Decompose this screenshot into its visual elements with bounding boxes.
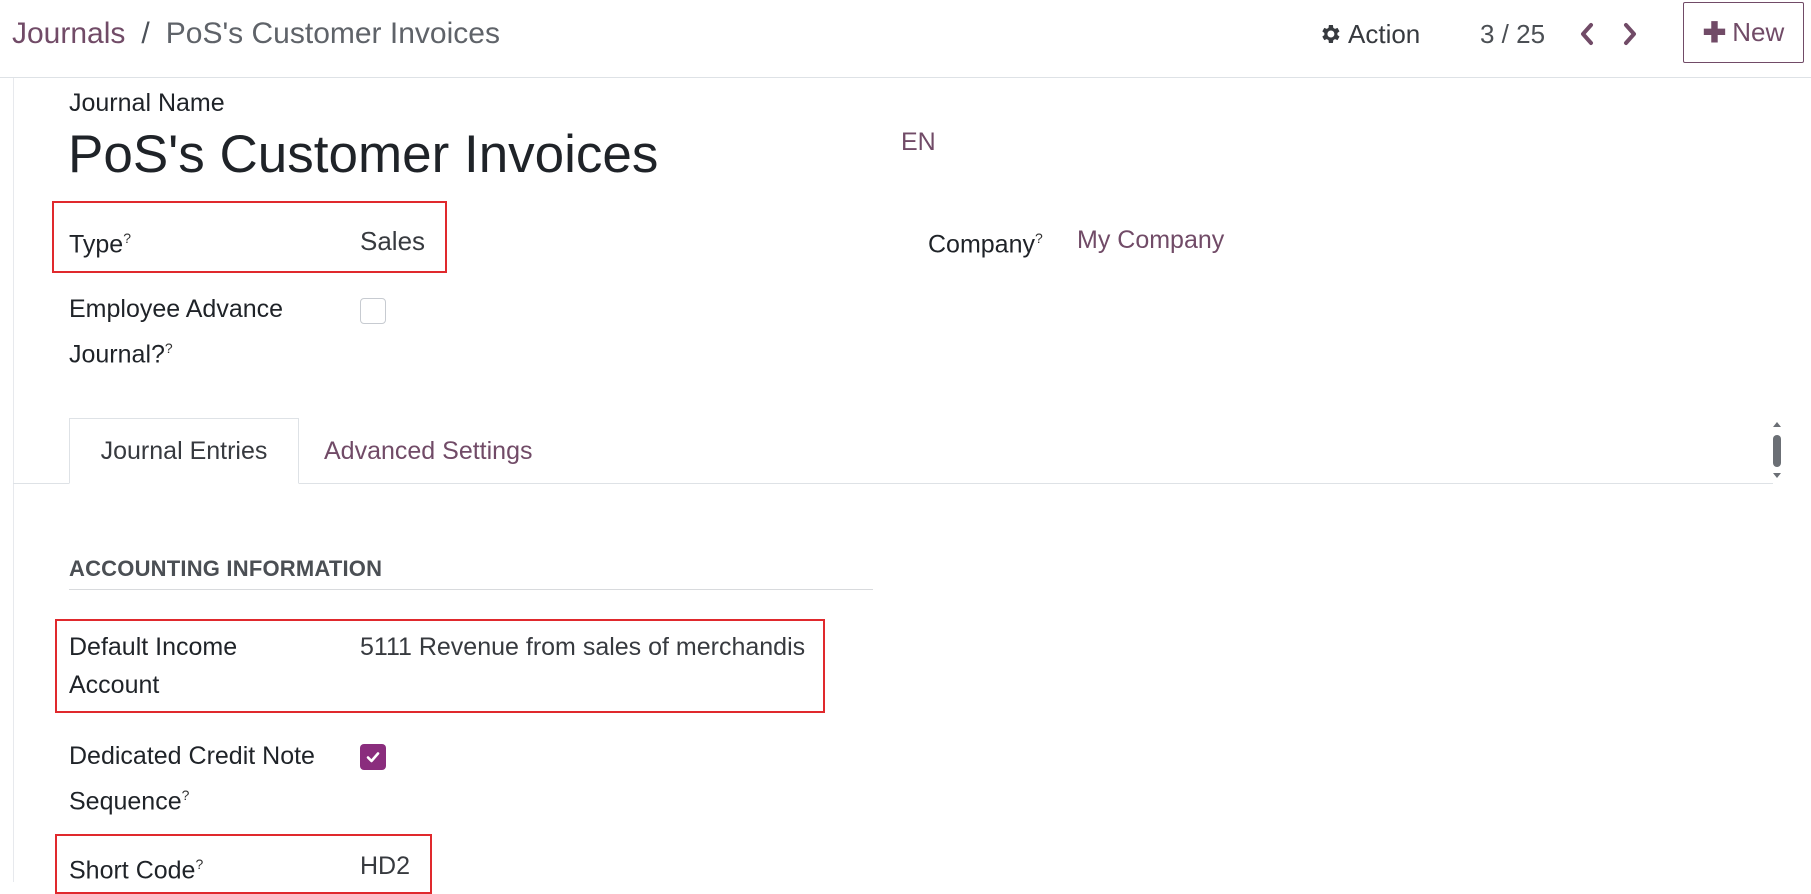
type-help-icon[interactable]: ? (123, 230, 131, 246)
breadcrumb: Journals / PoS's Customer Invoices (12, 14, 500, 54)
new-label: New (1732, 17, 1785, 47)
income-account-label-line2: Account (69, 671, 160, 699)
language-toggle[interactable]: EN (901, 128, 936, 157)
employee-advance-help-icon[interactable]: ? (165, 340, 173, 356)
chevron-right-icon (1624, 23, 1636, 45)
control-panel: Journals / PoS's Customer Invoices Actio… (0, 0, 1811, 78)
type-field[interactable]: Sales (360, 226, 425, 257)
employee-advance-label-line2: Journal? (69, 340, 165, 369)
tab-advanced-settings[interactable]: Advanced Settings (324, 418, 532, 484)
section-title-accounting: ACCOUNTING INFORMATION (69, 556, 383, 581)
company-help-icon[interactable]: ? (1035, 230, 1043, 246)
plus-icon: ✚ (1702, 17, 1727, 48)
chevron-left-icon (1581, 23, 1593, 45)
scrollbar[interactable] (1770, 420, 1784, 480)
breadcrumb-separator: / (141, 17, 150, 50)
type-label-text: Type (69, 230, 124, 259)
credit-note-help-icon[interactable]: ? (182, 787, 190, 803)
credit-note-label-line2: Sequence (69, 787, 182, 816)
company-field[interactable]: My Company (1077, 226, 1224, 255)
employee-advance-label: Journal?? (69, 329, 173, 374)
company-label-text: Company (928, 230, 1035, 259)
short-code-label-text: Short Code (69, 856, 196, 885)
pager-next-button[interactable] (1615, 19, 1645, 49)
employee-advance-label-line1: Employee Advance (69, 295, 284, 323)
new-button[interactable]: ✚ New (1683, 2, 1804, 63)
pager-value[interactable]: 3 / 25 (1480, 16, 1545, 52)
gear-icon (1322, 25, 1340, 43)
action-button[interactable]: Action (1318, 16, 1420, 52)
credit-note-label: Sequence? (69, 776, 189, 821)
income-account-field[interactable]: 5111 Revenue from sales of merchandis (360, 633, 816, 662)
credit-note-checkbox[interactable] (360, 744, 386, 770)
type-label: Type? (69, 219, 131, 264)
company-label: Company? (928, 219, 1043, 264)
check-icon (366, 752, 380, 763)
journal-name-field[interactable]: PoS's Customer Invoices (68, 124, 658, 185)
pager-previous-button[interactable] (1572, 19, 1602, 49)
employee-advance-checkbox[interactable] (360, 298, 386, 324)
breadcrumb-current: PoS's Customer Invoices (165, 17, 500, 50)
short-code-label: Short Code? (69, 845, 203, 890)
action-label: Action (1348, 18, 1421, 49)
journal-name-label: Journal Name (69, 89, 225, 117)
breadcrumb-journals-link[interactable]: Journals (12, 17, 125, 51)
scrollbar-graphic (1773, 422, 1781, 478)
tab-journal-entries[interactable]: Journal Entries (69, 418, 299, 484)
short-code-help-icon[interactable]: ? (195, 856, 203, 872)
section-divider (69, 589, 873, 590)
short-code-field[interactable]: HD2 (360, 852, 410, 881)
income-account-label-line1: Default Income (69, 633, 238, 661)
credit-note-label-line1: Dedicated Credit Note (69, 742, 315, 770)
